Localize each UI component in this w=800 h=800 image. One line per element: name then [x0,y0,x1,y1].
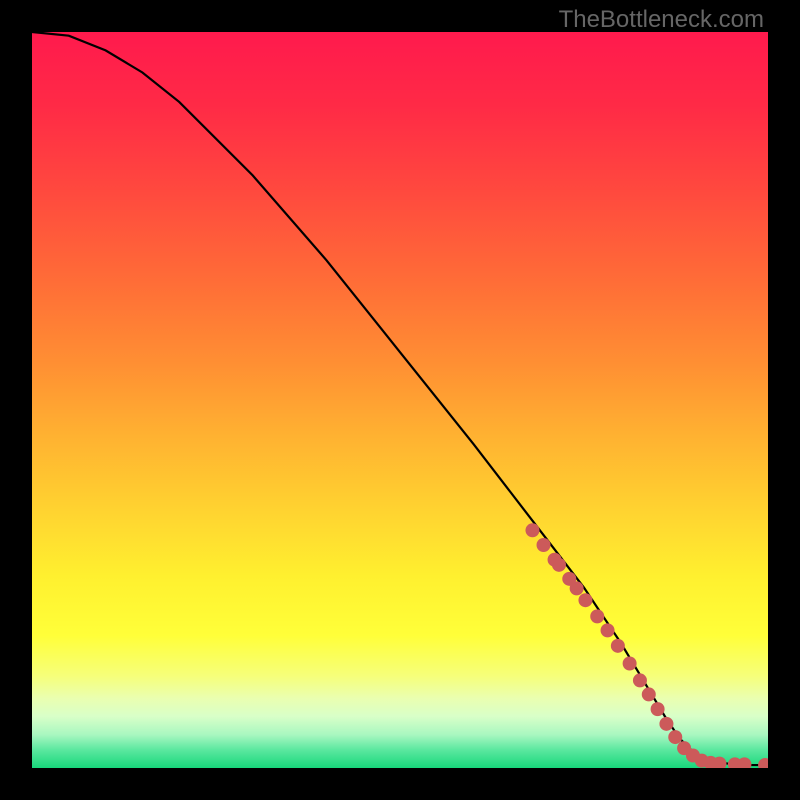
highlight-dot [758,758,768,768]
curve-line [32,32,768,765]
highlight-dot [642,687,656,701]
highlight-dot [525,523,539,537]
highlight-dot [578,593,592,607]
watermark-text: TheBottleneck.com [559,6,764,34]
highlight-dot [623,656,637,670]
highlight-dot [570,581,584,595]
highlight-dot [737,757,751,768]
highlight-dot [590,609,604,623]
plot-area [32,32,768,768]
highlight-dot [659,717,673,731]
highlight-dot [537,538,551,552]
highlight-dot [651,702,665,716]
curve-overlay [32,32,768,768]
highlight-dots [525,523,768,768]
highlight-dot [601,623,615,637]
highlight-dot [611,639,625,653]
highlight-dot [668,730,682,744]
chart-stage: TheBottleneck.com [0,0,800,800]
highlight-dot [552,558,566,572]
highlight-dot [633,673,647,687]
